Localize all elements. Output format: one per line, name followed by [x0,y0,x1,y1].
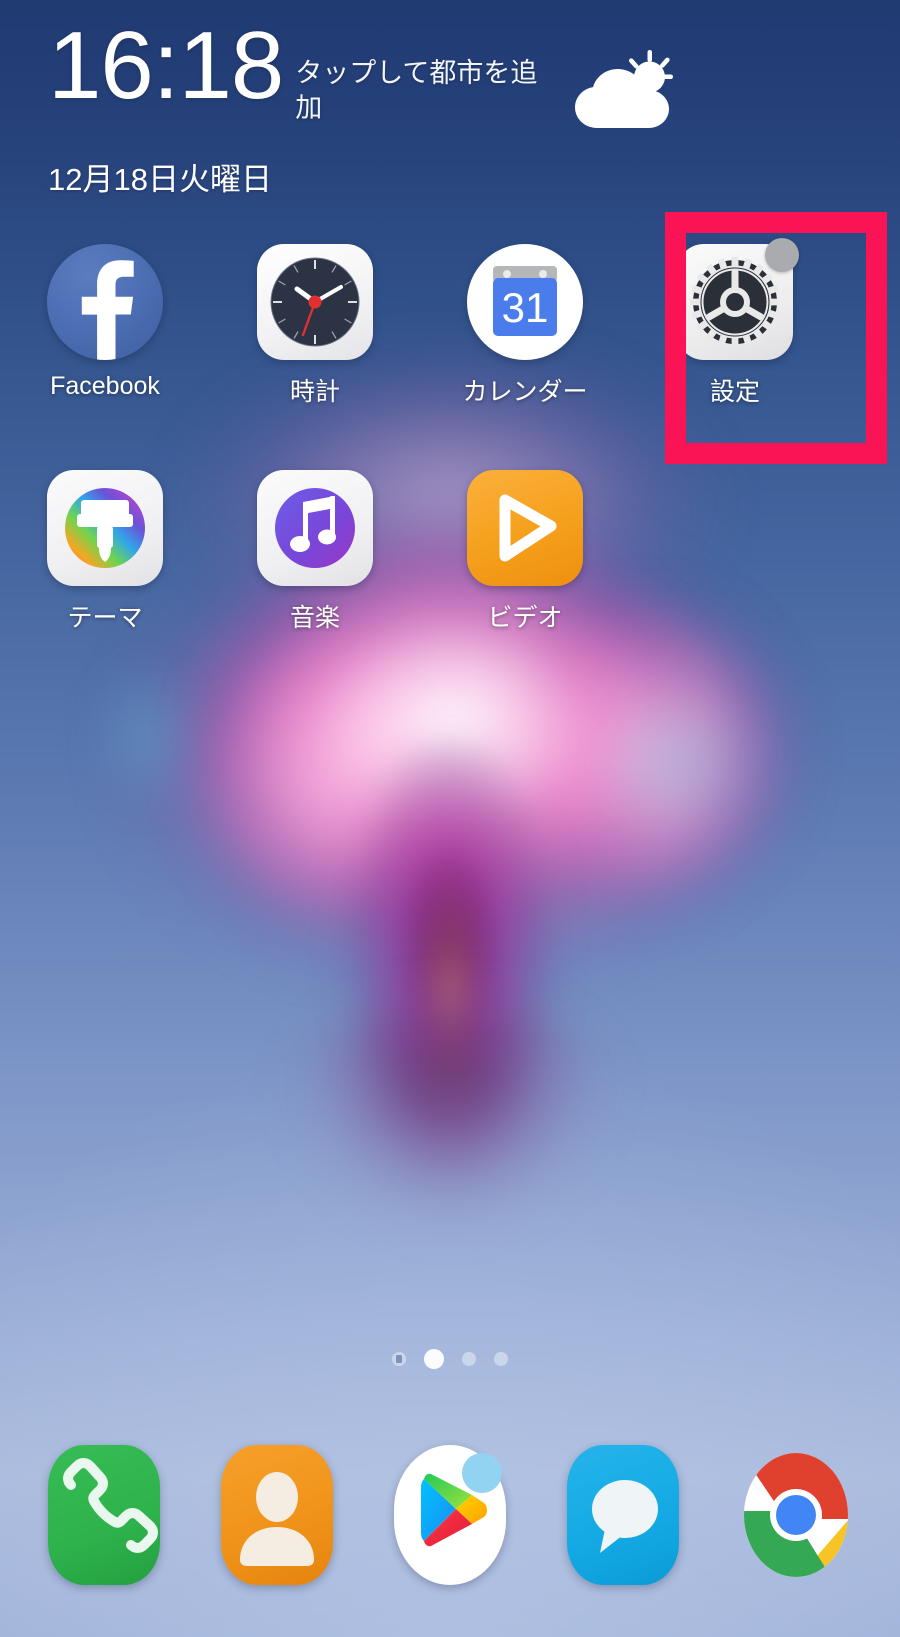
clock-weather-widget[interactable]: 16:18 タップして都市を追加 12月18日火曜日 [0,0,900,210]
dock [0,1407,900,1637]
chrome-icon [740,1445,852,1585]
weather-add-city-prompt[interactable]: タップして都市を追加 [295,56,555,125]
page-indicator[interactable] [0,1349,900,1369]
app-label-facebook: Facebook [50,372,160,400]
facebook-icon [47,244,163,360]
app-label-calendar: カレンダー [462,378,588,406]
dock-item-messages[interactable] [553,1440,693,1590]
calendar-icon: 31 [467,244,583,360]
speech-bubble-icon [566,1445,679,1585]
dock-item-contacts[interactable] [207,1440,347,1590]
app-icon-settings[interactable]: 設定 [630,238,840,408]
settings-gear-icon [677,238,799,360]
app-label-settings: 設定 [709,378,760,406]
app-label-themes: テーマ [67,604,143,632]
person-silhouette-icon [221,1445,334,1585]
play-triangle-icon [467,470,583,586]
app-icon-calendar[interactable]: 31 カレンダー [420,244,630,408]
dock-item-chrome[interactable] [726,1440,866,1590]
page-dot-4[interactable] [494,1352,508,1366]
page-dot-active[interactable] [424,1349,444,1369]
play-store-icon [393,1445,506,1585]
app-icon-music[interactable]: 音楽 [210,470,420,634]
app-icon-clock[interactable]: 時計 [210,244,420,408]
dock-item-play-store[interactable] [380,1440,520,1590]
home-grid-row-2: テーマ 音楽 ビデオ [0,470,900,634]
app-label-video: ビデオ [487,604,563,632]
music-note-icon [257,470,373,586]
settings-update-badge [765,238,799,272]
app-icon-video[interactable]: ビデオ [420,470,630,634]
app-icon-facebook[interactable]: Facebook [0,244,210,408]
page-dot-3[interactable] [462,1352,476,1366]
home-grid-row-1: Facebook 時計 31 カレンダー 設定 [0,238,900,408]
partly-cloudy-icon [563,50,674,132]
home-screen: 16:18 タップして都市を追加 12月18日火曜日 Facebook 時計 3… [0,0,900,1637]
paintbrush-icon [47,470,163,586]
clock-icon [257,244,373,360]
app-label-clock: 時計 [289,378,340,406]
widget-date: 12月18日火曜日 [48,162,272,197]
phone-handset-icon [48,1445,161,1585]
svg-text:31: 31 [502,284,549,331]
app-icon-themes[interactable]: テーマ [0,470,210,634]
clock-time: 16:18 [48,12,284,119]
app-label-music: 音楽 [289,604,340,632]
dock-item-phone[interactable] [34,1440,174,1590]
page-dot-home[interactable] [392,1352,406,1366]
